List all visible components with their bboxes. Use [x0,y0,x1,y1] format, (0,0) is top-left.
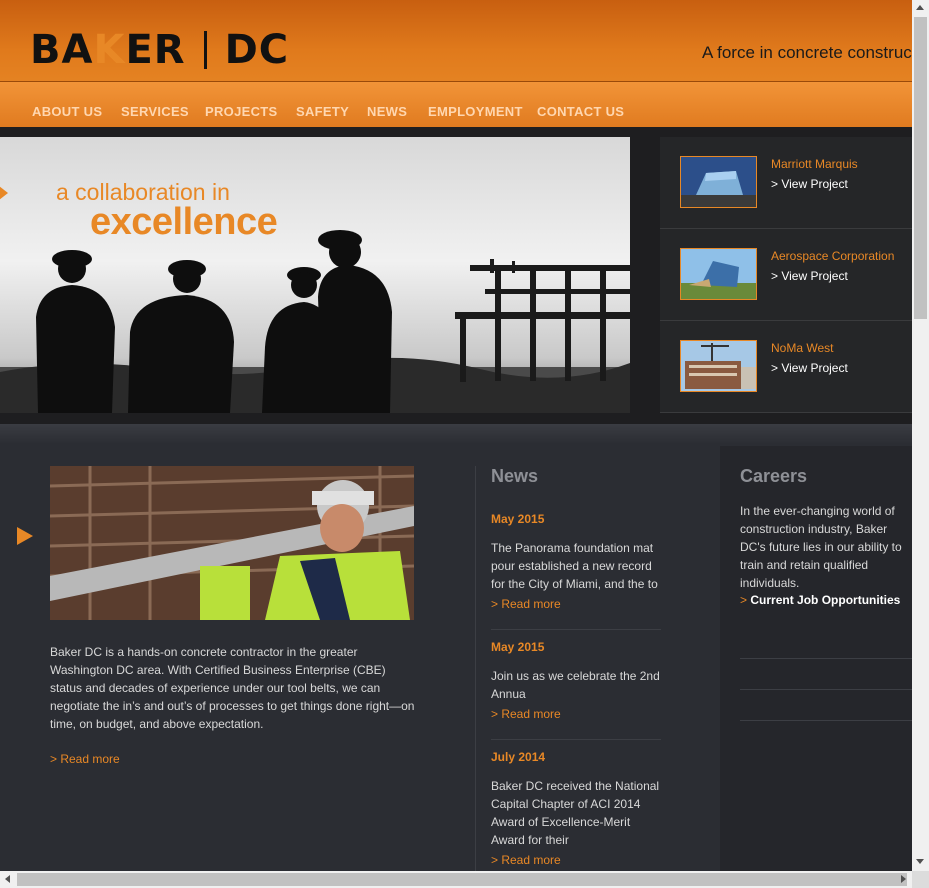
project-title[interactable]: NoMa West [771,341,833,355]
hero-banner[interactable]: a collaboration in excellence [0,137,630,413]
nav-projects[interactable]: PROJECTS [205,104,277,119]
hero-heading-line2: excellence [90,201,278,243]
scroll-left-icon[interactable] [5,875,10,883]
view-project-link[interactable]: > View Project [771,361,848,375]
logo-divider [203,31,207,69]
news-date: July 2014 [491,750,546,764]
careers-separator [740,720,912,721]
news-separator [491,629,661,630]
project-item[interactable]: Marriott Marquis > View Project [660,137,912,229]
scroll-down-icon[interactable] [916,859,924,864]
news-title: News [491,466,539,486]
logo-dc: DC [224,27,290,73]
chevron-right-icon [17,527,33,545]
nav-about-us[interactable]: ABOUT US [32,104,102,119]
job-opportunities-link[interactable]: > Current Job Opportunities [740,593,900,607]
news-text: The Panorama foundation mat pour establi… [491,541,658,591]
news-read-more-link[interactable]: > Read more [491,597,561,611]
nav-services[interactable]: SERVICES [121,104,189,119]
job-opportunities-label: Current Job Opportunities [750,593,901,607]
noma-west-thumbnail[interactable] [680,340,757,392]
intro-read-more-link[interactable]: > Read more [50,752,120,766]
project-title[interactable]: Aerospace Corporation [771,249,894,263]
worker-photo [50,466,414,620]
nav-contact-us[interactable]: CONTACT US [537,104,624,119]
site-header: BAKER DC A force in concrete constructio… [0,0,912,127]
column-divider [475,466,476,871]
news-read-more-link[interactable]: > Read more [491,707,561,721]
marriott-marquis-thumbnail[interactable] [680,156,757,208]
news-date: May 2015 [491,640,545,654]
careers-separator [740,658,912,659]
news-separator [491,739,661,740]
news-date: May 2015 [491,512,545,526]
news-read-more-link[interactable]: > Read more [491,853,561,867]
project-item[interactable]: Aerospace Corporation > View Project [660,229,912,321]
baker-dc-logo[interactable]: BAKER DC [30,30,289,70]
view-project-link[interactable]: > View Project [771,269,848,283]
hero-arrow-icon [0,182,8,204]
careers-title: Careers [740,466,808,486]
main-nav: ABOUT US SERVICES PROJECTS SAFETY NEWS E… [0,82,912,127]
horizontal-scroll-thumb[interactable] [17,873,907,886]
news-column: News [491,466,661,487]
scrollbar-corner [912,871,929,888]
project-title[interactable]: Marriott Marquis [771,157,858,171]
vertical-scroll-thumb[interactable] [914,17,927,319]
view-project-link[interactable]: > View Project [771,177,848,191]
news-text: Join us as we celebrate the 2nd Annua [491,669,660,701]
careers-separator [740,689,912,690]
page-viewport: BAKER DC A force in concrete constructio… [0,0,912,871]
nav-news[interactable]: NEWS [367,104,407,119]
featured-projects: Marriott Marquis > View Project Aerospac… [660,137,912,413]
news-text: Baker DC received the National Capital C… [491,779,660,847]
intro-text: Baker DC is a hands-on concrete contract… [50,645,415,731]
tagline: A force in concrete construction [702,43,912,62]
content-section-shadow [0,424,912,444]
nav-employment[interactable]: EMPLOYMENT [428,104,523,119]
link-arrow: > [740,593,748,607]
logo-baker: BAKER [30,27,186,73]
careers-text: In the ever-changing world of constructi… [740,504,902,590]
nav-safety[interactable]: SAFETY [296,104,349,119]
project-item[interactable]: NoMa West > View Project [660,321,912,413]
scroll-right-icon[interactable] [901,875,906,883]
scroll-up-icon[interactable] [916,5,924,10]
aerospace-corporation-thumbnail[interactable] [680,248,757,300]
